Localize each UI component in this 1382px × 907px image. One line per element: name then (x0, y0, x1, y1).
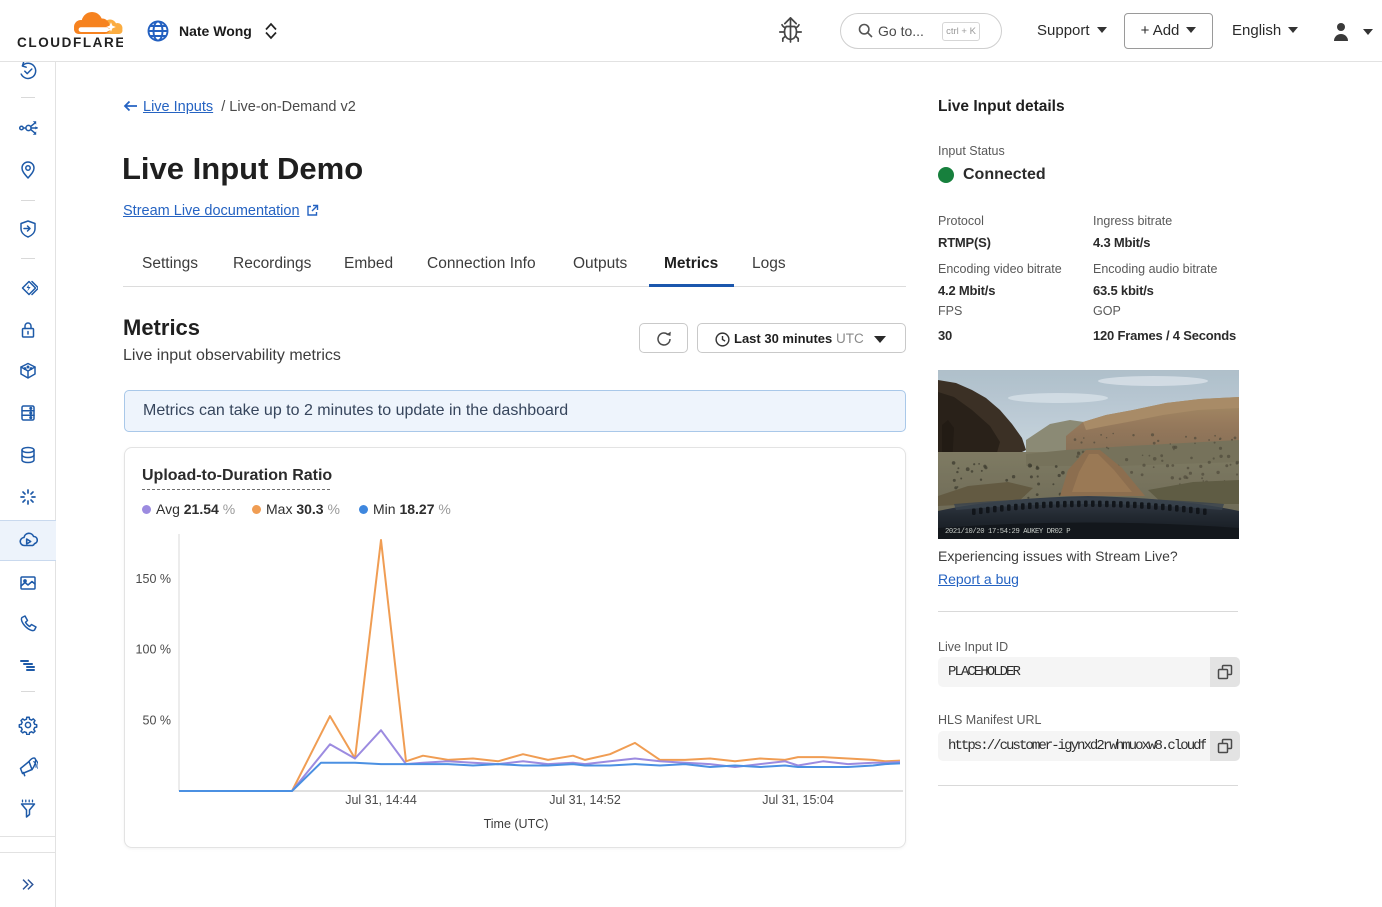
svg-text:150 %: 150 % (136, 572, 171, 586)
svg-text:Jul 31, 14:52: Jul 31, 14:52 (549, 793, 621, 807)
svg-text:50 %: 50 % (143, 713, 172, 727)
svg-text:Jul 31, 15:04: Jul 31, 15:04 (762, 793, 834, 807)
svg-text:Jul 31, 14:44: Jul 31, 14:44 (345, 793, 417, 807)
svg-text:2021/10/20 17:54:29 AUKEY DR02: 2021/10/20 17:54:29 AUKEY DR02 P (945, 528, 1070, 536)
svg-text:100 %: 100 % (136, 643, 171, 657)
svg-text:CLOUDFLARE: CLOUDFLARE (17, 35, 123, 49)
svg-text:Time (UTC): Time (UTC) (484, 817, 549, 831)
